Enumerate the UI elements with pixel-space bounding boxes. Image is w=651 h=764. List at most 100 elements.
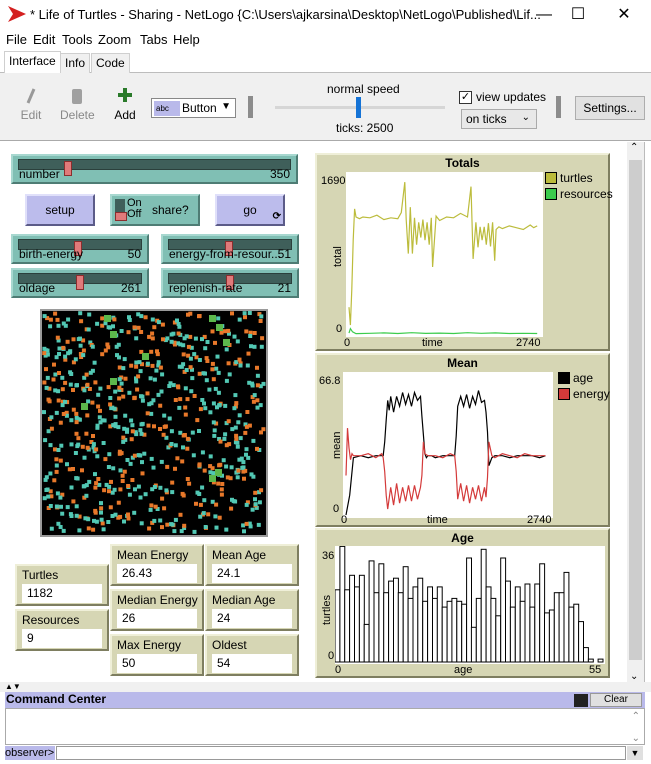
- oldage-slider[interactable]: oldage 261: [11, 268, 149, 298]
- turtle-agent: [255, 398, 260, 403]
- turtle-agent: [255, 365, 259, 370]
- menu-edit[interactable]: Edit: [33, 32, 55, 47]
- update-mode-select[interactable]: on ticks ⌄: [461, 109, 537, 129]
- histogram-bar: [383, 592, 390, 663]
- birth-energy-slider[interactable]: birth-energy 50: [11, 234, 149, 264]
- share-switch[interactable]: On Off share?: [110, 194, 200, 226]
- speed-slider-thumb[interactable]: [356, 97, 361, 118]
- turtle-agent: [198, 407, 203, 412]
- add-button[interactable]: Add: [112, 87, 138, 127]
- totals-chart: [348, 182, 538, 335]
- turtle-agent: [152, 485, 157, 489]
- scroll-down-icon[interactable]: ⌄: [630, 671, 638, 682]
- histogram-bar: [568, 606, 575, 663]
- turtle-agent: [93, 485, 98, 490]
- turtle-agent: [255, 373, 260, 378]
- button-widget-icon: abc: [154, 101, 180, 116]
- turtle-agent: [245, 410, 250, 414]
- tab-interface[interactable]: Interface: [4, 51, 61, 73]
- scroll-up-icon[interactable]: ⌃: [632, 711, 640, 722]
- turtle-agent: [113, 512, 118, 517]
- observer-prompt[interactable]: observer>: [5, 746, 55, 760]
- clear-button[interactable]: Clear: [590, 693, 642, 707]
- turtle-agent: [169, 339, 174, 344]
- edit-button[interactable]: Edit: [16, 87, 46, 127]
- command-input[interactable]: [56, 746, 626, 760]
- turtle-agent: [143, 492, 148, 497]
- turtle-agent: [42, 351, 47, 356]
- monitor-value: 24: [212, 609, 292, 628]
- turtle-agent: [65, 505, 70, 510]
- turtle-agent: [74, 513, 79, 518]
- histogram-bar: [470, 626, 477, 663]
- turtle-agent: [178, 512, 183, 517]
- turtle-agent: [242, 529, 246, 534]
- tab-info[interactable]: Info: [60, 53, 91, 73]
- turtle-agent: [42, 380, 47, 385]
- menu-file[interactable]: File: [6, 32, 27, 47]
- history-dropdown[interactable]: ▼: [627, 746, 643, 760]
- turtle-agent: [162, 413, 167, 418]
- vertical-scrollbar[interactable]: ⌃ ⌄: [627, 142, 644, 682]
- widget-type-select[interactable]: abc Button ▼: [151, 98, 236, 118]
- turtle-agent: [61, 412, 66, 416]
- turtle-agent: [210, 466, 215, 471]
- menu-zoom[interactable]: Zoom: [98, 32, 131, 47]
- turtle-agent: [230, 427, 235, 432]
- pane-splitter[interactable]: ▲▼: [0, 682, 651, 692]
- turtle-agent: [169, 332, 174, 337]
- setup-button[interactable]: setup: [25, 194, 95, 226]
- close-button[interactable]: ✕: [604, 4, 644, 26]
- tab-code[interactable]: Code: [91, 53, 130, 73]
- scroll-down-icon[interactable]: ⌄: [632, 733, 640, 744]
- forever-icon: ⟳: [272, 211, 281, 222]
- turtle-agent: [139, 330, 144, 334]
- turtle-agent: [219, 330, 224, 335]
- replenish-rate-slider[interactable]: replenish-rate 21: [161, 268, 299, 298]
- trash-icon: [72, 89, 82, 104]
- maximize-button[interactable]: ☐: [558, 4, 598, 26]
- menu-bar: File Edit Tools Zoom Tabs Help: [0, 30, 651, 50]
- turtle-agent: [85, 445, 90, 450]
- turtle-agent: [74, 420, 79, 425]
- turtle-agent: [147, 526, 152, 531]
- view-updates-checkbox[interactable]: ✓: [459, 91, 472, 104]
- turtle-agent: [134, 336, 139, 341]
- histogram-bar: [514, 586, 521, 663]
- turtle-agent: [123, 376, 128, 381]
- turtle-agent: [197, 358, 202, 362]
- monitor-label: Median Age: [212, 593, 276, 607]
- menu-tools[interactable]: Tools: [62, 32, 92, 47]
- energy-from-resources-slider[interactable]: energy-from-resour... 51: [161, 234, 299, 264]
- widget-type-value: Button: [182, 101, 217, 115]
- x-tick-min: 0: [335, 664, 342, 676]
- go-button[interactable]: go ⟳: [215, 194, 285, 226]
- slider-knob[interactable]: [76, 275, 84, 290]
- turtle-agent: [224, 464, 229, 469]
- turtle-agent: [74, 431, 79, 436]
- turtle-agent: [173, 517, 178, 522]
- scrollbar-thumb[interactable]: [629, 160, 642, 660]
- menu-help[interactable]: Help: [173, 32, 200, 47]
- command-output[interactable]: ⌃ ⌄: [5, 708, 645, 745]
- turtle-agent: [140, 471, 145, 476]
- settings-button[interactable]: Settings...: [575, 96, 645, 120]
- slider-knob[interactable]: [63, 161, 72, 176]
- turtle-agent: [159, 459, 164, 464]
- turtle-agent: [122, 357, 127, 362]
- turtle-agent: [194, 501, 198, 506]
- turtle-agent: [127, 492, 132, 497]
- turtle-agent: [225, 475, 230, 480]
- number-slider[interactable]: number 350: [11, 154, 298, 184]
- switch-knob[interactable]: [115, 212, 127, 221]
- turtle-agent: [217, 515, 222, 520]
- delete-button[interactable]: Delete: [60, 87, 95, 127]
- world-view[interactable]: [40, 309, 268, 537]
- menu-tabs[interactable]: Tabs: [140, 32, 167, 47]
- splitter-arrows-icon[interactable]: ▲▼: [5, 682, 21, 691]
- scroll-up-icon[interactable]: ⌃: [630, 142, 638, 153]
- expand-icon[interactable]: [574, 694, 588, 707]
- turtle-agent: [212, 433, 217, 438]
- series-line-turtles: [348, 182, 538, 326]
- turtle-agent: [56, 521, 61, 526]
